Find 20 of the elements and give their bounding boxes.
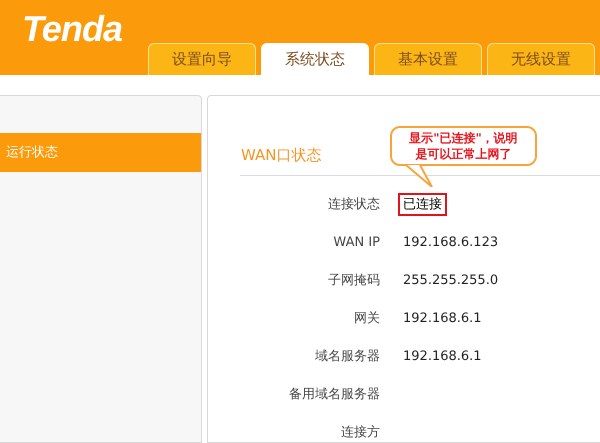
tab[interactable]: 系统状态 <box>261 43 369 75</box>
field-label: 备用域名服务器 <box>288 386 380 404</box>
field-value: 192.168.6.1 <box>403 310 482 328</box>
field-label: 连接状态 <box>327 196 380 214</box>
logo: Tenda <box>22 7 122 51</box>
field-label: 连接方 <box>340 424 380 442</box>
callout-text: 是可以正常上网了 <box>415 146 512 162</box>
field-label: WAN IP <box>332 234 380 252</box>
field-value: 已连接 <box>398 192 447 216</box>
tab[interactable]: 基本设置 <box>374 43 482 75</box>
field-value: 192.168.6.123 <box>403 234 498 252</box>
sidebar-item[interactable]: 运行状态 <box>0 133 201 172</box>
callout-text: 显示"已连接"，说明 <box>409 130 518 146</box>
tab[interactable]: 设置向导 <box>148 43 256 75</box>
field-label: 子网掩码 <box>327 272 380 290</box>
field-label: 网关 <box>353 310 380 328</box>
field-label: 域名服务器 <box>314 348 380 366</box>
field-value: 192.168.6.1 <box>403 348 482 366</box>
field-value: 255.255.255.0 <box>403 272 498 290</box>
tab[interactable]: 无线设置 <box>487 43 595 75</box>
